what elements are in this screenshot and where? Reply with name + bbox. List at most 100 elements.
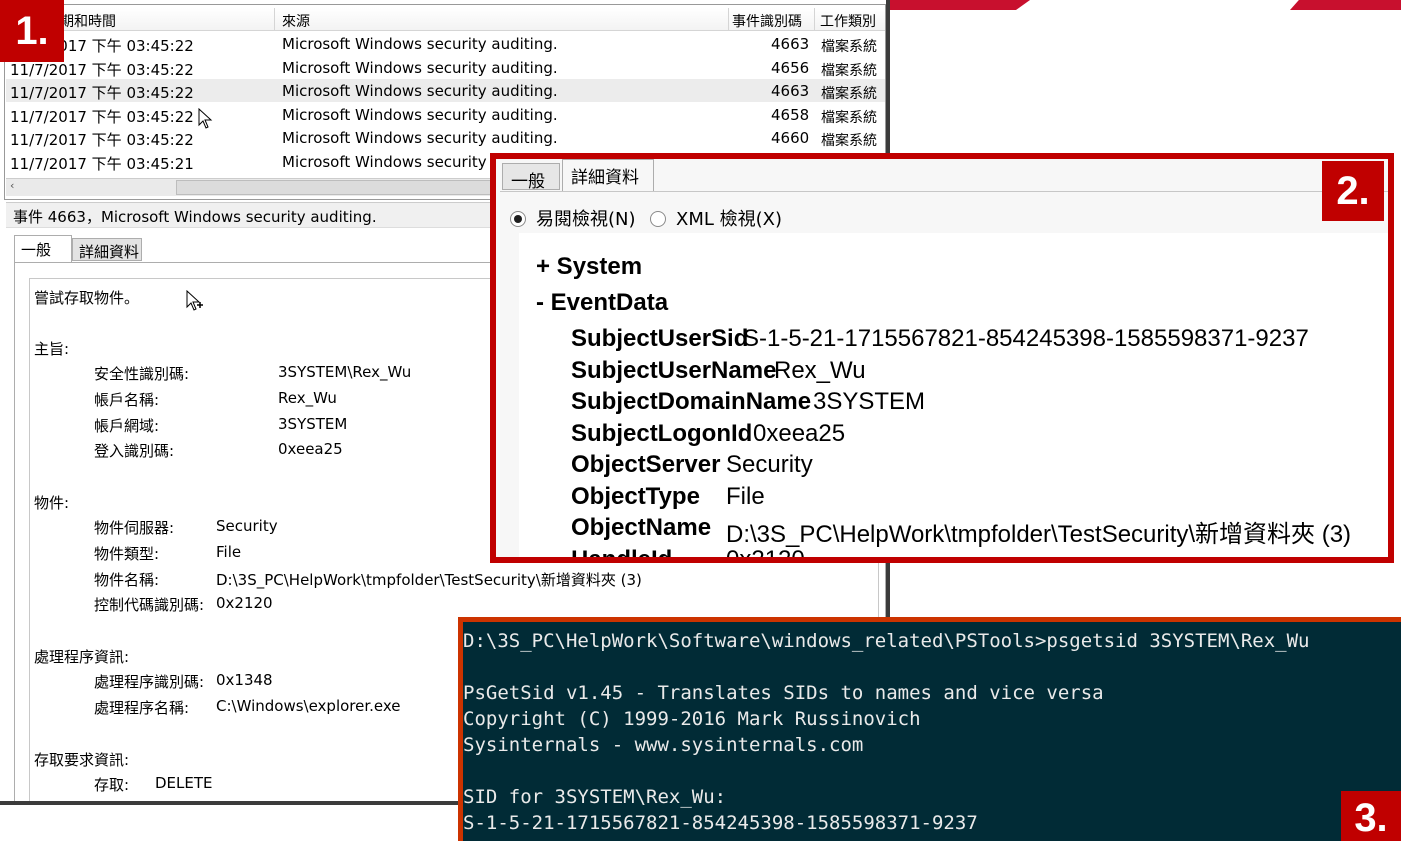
move-cursor-icon xyxy=(186,290,203,311)
console-line: Copyright (C) 1999-2016 Mark Russinovich xyxy=(463,708,921,730)
tab-general[interactable]: 一般 xyxy=(502,163,560,192)
field-value: 0xeea25 xyxy=(278,440,343,459)
cell-event-id: 4663 xyxy=(771,82,810,101)
step-badge-2: 2. xyxy=(1322,161,1384,221)
console-line: PsGetSid v1.45 - Translates SIDs to name… xyxy=(463,682,1104,704)
field-key: ObjectType xyxy=(571,482,700,510)
field-value: C:\Windows\explorer.exe xyxy=(216,696,401,715)
field-key: ObjectName xyxy=(571,514,712,541)
table-row[interactable]: 11/7/2017 下午 03:45:22 Microsoft Windows s… xyxy=(6,79,886,103)
column-header-source[interactable]: 來源 xyxy=(282,11,310,31)
field-value: 0x1348 xyxy=(216,671,273,689)
radio-friendly-label: 易閱檢視(N) xyxy=(536,209,636,230)
cell-datetime: 11/7/2017 下午 03:45:21 xyxy=(10,155,194,173)
field-value: 0x2120 xyxy=(726,545,805,563)
cell-event-id: 4658 xyxy=(771,105,810,124)
table-row[interactable]: 11/7/2017 下午 03:45:22 Microsoft Windows s… xyxy=(6,32,886,55)
cell-event-id: 4656 xyxy=(771,58,810,77)
field-label: 安全性識別碼: xyxy=(94,365,190,383)
field-value: Rex_Wu xyxy=(278,388,337,407)
console-line: SID for 3SYSTEM\Rex_Wu: xyxy=(463,786,727,808)
event-title: 事件 4663，Microsoft Windows security audit… xyxy=(13,208,377,226)
console-line: S-1-5-21-1715567821-854245398-1585598371… xyxy=(463,812,978,834)
table-row[interactable]: 11/7/2017 下午 03:45:22 Microsoft Windows s… xyxy=(6,103,886,126)
cell-event-id: 4660 xyxy=(771,129,810,148)
cell-source: Microsoft Windows security auditing. xyxy=(282,82,558,101)
field-label: 物件名稱: xyxy=(94,570,160,589)
field-value: File xyxy=(216,542,242,561)
decorative-red-shape xyxy=(890,0,1030,10)
radio-xml-label: XML 檢視(X) xyxy=(676,209,782,230)
cell-source: Microsoft Windows security auditing. xyxy=(282,129,558,148)
field-value: 0x2120 xyxy=(216,594,273,613)
field-key: ObjectServer xyxy=(571,451,721,478)
tab-details[interactable]: 詳細資料 xyxy=(72,238,142,261)
console-window: D:\3S_PC\HelpWork\Software\windows_relat… xyxy=(458,617,1401,841)
cell-category: 檔案系統 xyxy=(821,86,877,103)
field-key: SubjectLogonId xyxy=(571,419,753,447)
field-value: D:\3S_PC\HelpWork\tmpfolder\TestSecurity… xyxy=(216,570,642,589)
field-value: Security xyxy=(216,517,278,535)
field-label: 控制代碼識別碼: xyxy=(94,596,205,615)
field-label: 物件類型: xyxy=(94,544,160,563)
field-value: DELETE xyxy=(155,774,213,792)
field-key: SubjectUserName xyxy=(571,356,777,384)
console-line: D:\3S_PC\HelpWork\Software\windows_relat… xyxy=(463,630,1310,652)
field-value: 0xeea25 xyxy=(753,419,846,447)
details-tabs: 一般 詳細資料 xyxy=(500,159,1388,192)
step-badge-1: 1. xyxy=(0,0,64,62)
field-label: 處理程序識別碼: xyxy=(94,673,205,691)
cell-source: Microsoft Windows security auditing. xyxy=(282,105,558,124)
console-line: Sysinternals - www.sysinternals.com xyxy=(463,734,864,756)
field-key: SubjectDomainName xyxy=(571,388,812,415)
event-details-panel: 一般 詳細資料 易閱檢視(N) XML 檢視(X) + System - Eve… xyxy=(490,153,1394,563)
cell-datetime: 11/7/2017 下午 03:45:22 xyxy=(10,84,194,103)
mouse-pointer-icon xyxy=(198,108,213,129)
field-key: HandleId xyxy=(571,545,673,563)
cell-category: 檔案系統 xyxy=(821,109,877,126)
cell-category: 檔案系統 xyxy=(821,133,877,150)
friendly-view-box: + System - EventData SubjectUserSid S-1-5… xyxy=(519,233,1388,563)
cell-source: Microsoft Windows security auditing. xyxy=(282,58,558,77)
field-value: 3SYSTEM xyxy=(813,388,926,415)
scrollbar-thumb[interactable] xyxy=(176,180,506,195)
cell-category: 檔案系統 xyxy=(821,39,877,55)
field-label: 帳戶名稱: xyxy=(94,390,160,409)
eventdata-node[interactable]: - EventData xyxy=(536,289,668,317)
object-header: 物件: xyxy=(34,494,70,512)
tab-general[interactable]: 一般 xyxy=(14,235,72,263)
access-header: 存取要求資訊: xyxy=(34,751,130,769)
column-header-event-id[interactable]: 事件識別碼 xyxy=(732,11,802,31)
scroll-left-icon[interactable]: ‹ xyxy=(10,179,14,192)
field-label: 帳戶網域: xyxy=(94,416,160,435)
radio-friendly-view[interactable]: 易閱檢視(N) xyxy=(510,205,636,231)
field-value: 3SYSTEM\Rex_Wu xyxy=(278,363,412,381)
system-node[interactable]: + System xyxy=(536,253,642,281)
process-header: 處理程序資訊: xyxy=(34,648,130,666)
decorative-red-shape xyxy=(1290,0,1401,10)
tab-details[interactable]: 詳細資料 xyxy=(562,159,654,191)
field-label: 處理程序名稱: xyxy=(94,698,190,717)
radio-unselected-icon[interactable] xyxy=(650,211,666,227)
column-header-category[interactable]: 工作類別 xyxy=(820,11,876,31)
radio-xml-view[interactable]: XML 檢視(X) xyxy=(650,205,782,231)
field-value: 3SYSTEM xyxy=(278,414,348,433)
field-value: Security xyxy=(726,451,813,478)
radio-selected-icon[interactable] xyxy=(510,211,526,227)
field-label: 物件伺服器: xyxy=(94,519,175,537)
cell-datetime: 11/7/2017 下午 03:45:22 xyxy=(10,107,194,126)
event-intro: 嘗試存取物件。 xyxy=(34,289,140,307)
subject-header: 主旨: xyxy=(34,340,70,358)
cell-category: 檔案系統 xyxy=(821,62,877,79)
cell-datetime: 11/7/2017 下午 03:45:22 xyxy=(10,131,194,150)
table-row[interactable]: 11/7/2017 下午 03:45:22 Microsoft Windows s… xyxy=(6,56,886,79)
field-key: SubjectUserSid xyxy=(571,325,749,352)
cell-event-id: 4663 xyxy=(771,35,810,53)
table-row[interactable]: 11/7/2017 下午 03:45:22 Microsoft Windows s… xyxy=(6,126,886,149)
field-value: D:\3S_PC\HelpWork\tmpfolder\TestSecurity… xyxy=(726,521,1352,548)
field-value: S-1-5-21-1715567821-854245398-1585598371… xyxy=(743,325,1309,352)
cell-source: Microsoft Windows security auditing. xyxy=(282,35,558,53)
field-label: 存取: xyxy=(94,776,130,794)
field-value: File xyxy=(726,482,765,510)
step-badge-3: 3. xyxy=(1341,791,1401,841)
